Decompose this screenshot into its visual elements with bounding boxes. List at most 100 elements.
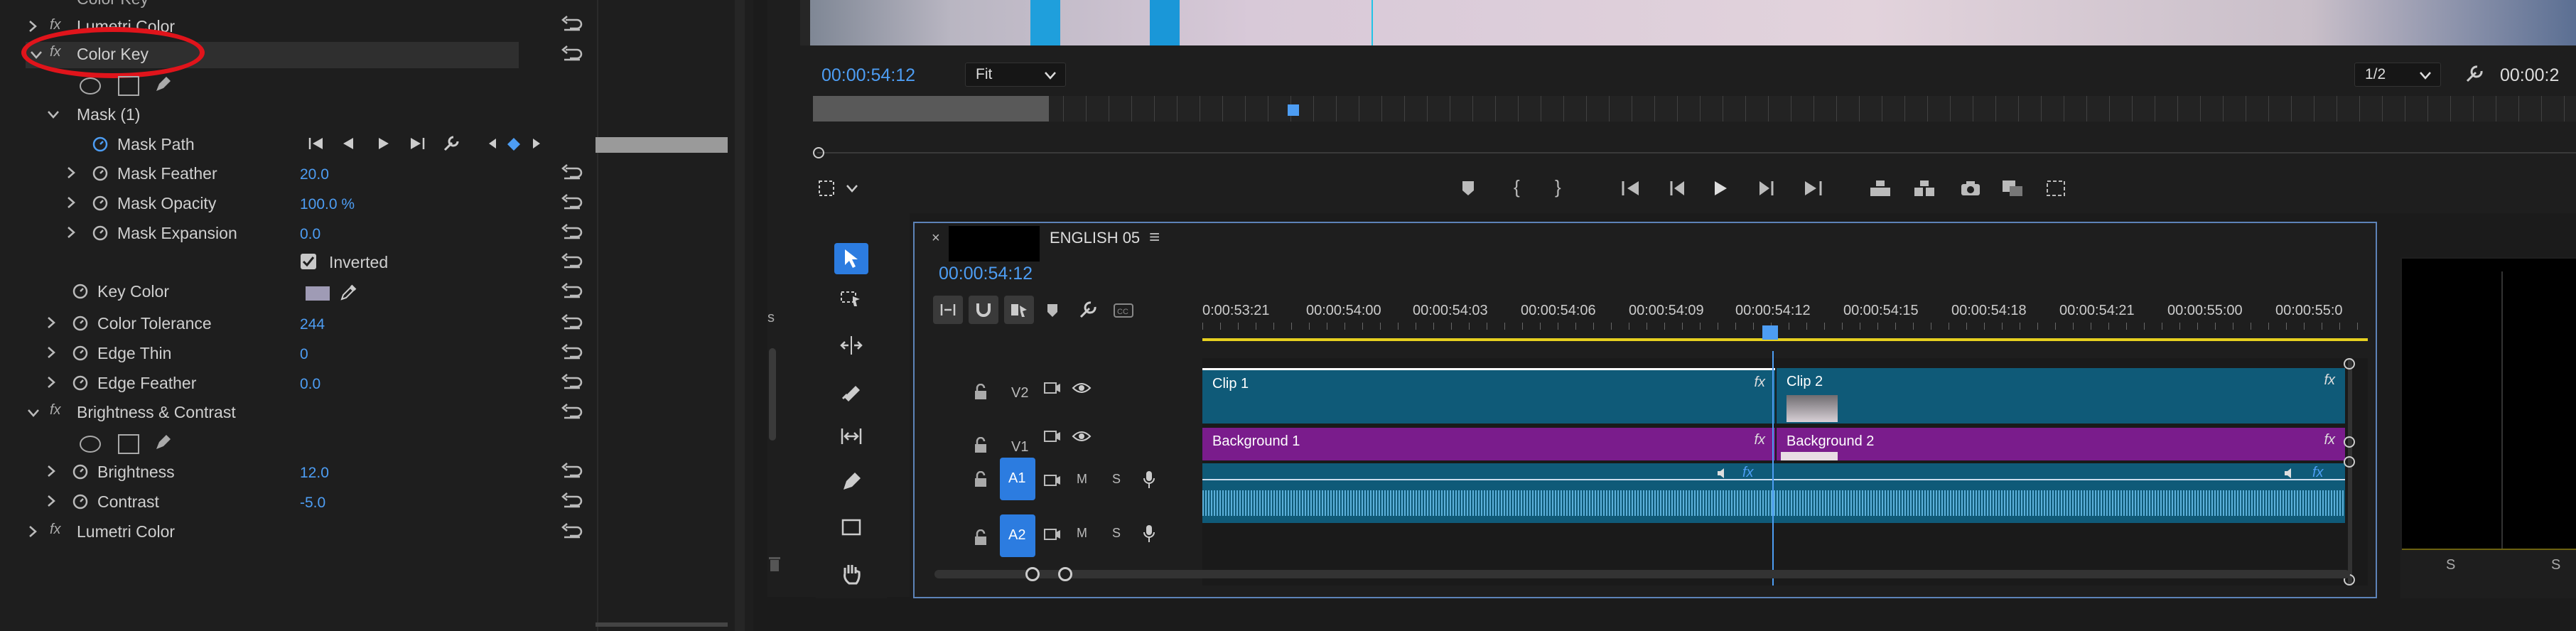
track-forward-all-icon[interactable]	[406, 134, 428, 153]
ellipse-mask-icon[interactable]	[80, 436, 101, 453]
timeline-scrollbar[interactable]	[934, 570, 2350, 578]
clip-1[interactable]: Clip 1 fx	[1202, 368, 1775, 424]
chevron-down-icon[interactable]	[45, 107, 61, 122]
solo-label[interactable]: S	[2551, 557, 2560, 573]
comparison-view-icon[interactable]	[2000, 178, 2025, 199]
stopwatch-icon[interactable]	[91, 223, 109, 242]
sequence-tab[interactable]: ENGLISH 05	[1050, 229, 1140, 247]
sync-lock-icon[interactable]	[1042, 472, 1062, 489]
hamburger-menu-icon[interactable]: ≡	[1149, 226, 1160, 248]
stopwatch-icon[interactable]	[71, 281, 90, 300]
mark-in-icon[interactable]: {	[1514, 176, 1520, 198]
play-icon[interactable]	[1710, 178, 1731, 199]
audio-clip-a1[interactable]: fx fx	[1202, 463, 2345, 523]
captions-icon[interactable]: CC	[1112, 301, 1135, 320]
wrench-icon[interactable]	[2463, 63, 2486, 85]
reset-icon[interactable]	[560, 281, 588, 303]
eyedropper-icon[interactable]	[338, 281, 360, 303]
ec-vertical-scrollbar[interactable]	[735, 0, 745, 631]
reset-icon[interactable]	[560, 313, 588, 334]
rectangle-mask-icon[interactable]	[118, 76, 139, 96]
stopwatch-icon[interactable]	[71, 462, 90, 480]
brightness-value[interactable]: 12.0	[300, 465, 329, 482]
zoom-scrollbar[interactable]	[817, 152, 2576, 153]
scroll-handle-left[interactable]	[1025, 567, 1040, 581]
chevron-right-icon[interactable]	[44, 463, 58, 479]
pen-tool-icon[interactable]	[839, 469, 864, 495]
slip-tool-icon[interactable]	[839, 424, 864, 449]
stopwatch-icon[interactable]	[71, 492, 90, 510]
chevron-down-icon[interactable]	[26, 405, 41, 421]
wrench-icon[interactable]	[441, 134, 462, 153]
step-back-icon[interactable]	[1667, 178, 1688, 199]
reset-icon[interactable]	[560, 343, 588, 364]
solo-label[interactable]: S	[2446, 557, 2455, 573]
reset-icon[interactable]	[560, 461, 588, 482]
reset-icon[interactable]	[560, 193, 588, 214]
extract-icon[interactable]	[1912, 178, 1937, 199]
chevron-right-icon[interactable]	[44, 493, 58, 509]
eye-icon[interactable]	[1071, 379, 1092, 397]
proxy-toggle-icon[interactable]	[2044, 178, 2068, 199]
reset-icon[interactable]	[560, 402, 588, 424]
zoom-handle[interactable]	[2344, 436, 2355, 448]
zoom-handle[interactable]	[2344, 456, 2355, 468]
volume-line[interactable]	[1202, 479, 2345, 480]
microphone-icon[interactable]	[1141, 523, 1158, 544]
program-ruler[interactable]	[813, 96, 2576, 122]
reset-icon[interactable]	[560, 252, 588, 273]
pen-mask-icon[interactable]	[152, 432, 173, 453]
mute-button[interactable]: M	[1077, 472, 1087, 487]
linked-selection-icon[interactable]	[1004, 296, 1034, 324]
wrench-icon[interactable]	[1077, 298, 1099, 321]
scroll-handle-right[interactable]	[1058, 567, 1072, 581]
mask-opacity-value[interactable]: 100.0 %	[300, 196, 355, 213]
reset-icon[interactable]	[560, 44, 588, 65]
background-1-clip[interactable]: Background 1 fx	[1202, 428, 1775, 460]
rectangle-mask-icon[interactable]	[118, 434, 139, 454]
lift-icon[interactable]	[1868, 178, 1893, 199]
safe-margins-icon[interactable]	[816, 178, 837, 199]
chevron-right-icon[interactable]	[26, 18, 40, 34]
close-tab-icon[interactable]: ×	[932, 230, 940, 247]
razor-tool-icon[interactable]	[839, 378, 864, 404]
go-to-in-icon[interactable]	[1619, 178, 1643, 199]
color-tolerance-value[interactable]: 244	[300, 316, 325, 333]
edge-feather-value[interactable]: 0.0	[300, 376, 320, 393]
lock-icon[interactable]	[973, 470, 988, 489]
keyframe-prev-icon[interactable]	[486, 136, 499, 151]
hand-tool-icon[interactable]	[839, 560, 864, 588]
mark-out-icon[interactable]: }	[1555, 176, 1561, 198]
key-color-swatch[interactable]	[306, 286, 330, 301]
ec-scrollbar[interactable]	[596, 622, 728, 627]
stopwatch-icon[interactable]	[91, 193, 109, 212]
keyframe-diamond-icon[interactable]	[506, 136, 522, 152]
chevron-right-icon[interactable]	[64, 165, 78, 180]
solo-button[interactable]: S	[1112, 526, 1121, 541]
mute-button[interactable]: M	[1077, 526, 1087, 541]
step-forward-icon[interactable]	[1755, 178, 1777, 199]
rectangle-tool-icon[interactable]	[839, 514, 864, 540]
track-select-tool-icon[interactable]	[839, 287, 864, 313]
chevron-right-icon[interactable]	[44, 374, 58, 390]
timeline-timecode[interactable]: 00:00:54:12	[939, 264, 1033, 284]
zoom-select[interactable]: Fit	[965, 63, 1066, 87]
lock-icon[interactable]	[973, 436, 988, 455]
track-forward-icon[interactable]	[374, 134, 392, 153]
resolution-select[interactable]: 1/2	[2354, 63, 2441, 87]
ellipse-mask-icon[interactable]	[80, 77, 101, 95]
solo-button[interactable]: S	[1112, 472, 1121, 487]
work-area-bar[interactable]	[1202, 338, 2368, 341]
vertical-zoom-bar[interactable]	[2348, 358, 2352, 586]
timeline-playhead-handle[interactable]	[1762, 325, 1778, 340]
lock-icon[interactable]	[973, 383, 988, 401]
chevron-right-icon[interactable]	[26, 524, 40, 539]
stopwatch-icon[interactable]	[91, 163, 109, 182]
stopwatch-icon[interactable]	[91, 134, 109, 153]
background-2-clip[interactable]: Background 2 fx	[1777, 428, 2345, 460]
mask-feather-value[interactable]: 20.0	[300, 166, 329, 183]
stopwatch-icon[interactable]	[71, 343, 90, 362]
sync-lock-icon[interactable]	[1042, 379, 1062, 397]
export-frame-icon[interactable]	[1958, 178, 1983, 199]
mask-expansion-value[interactable]: 0.0	[300, 226, 320, 243]
